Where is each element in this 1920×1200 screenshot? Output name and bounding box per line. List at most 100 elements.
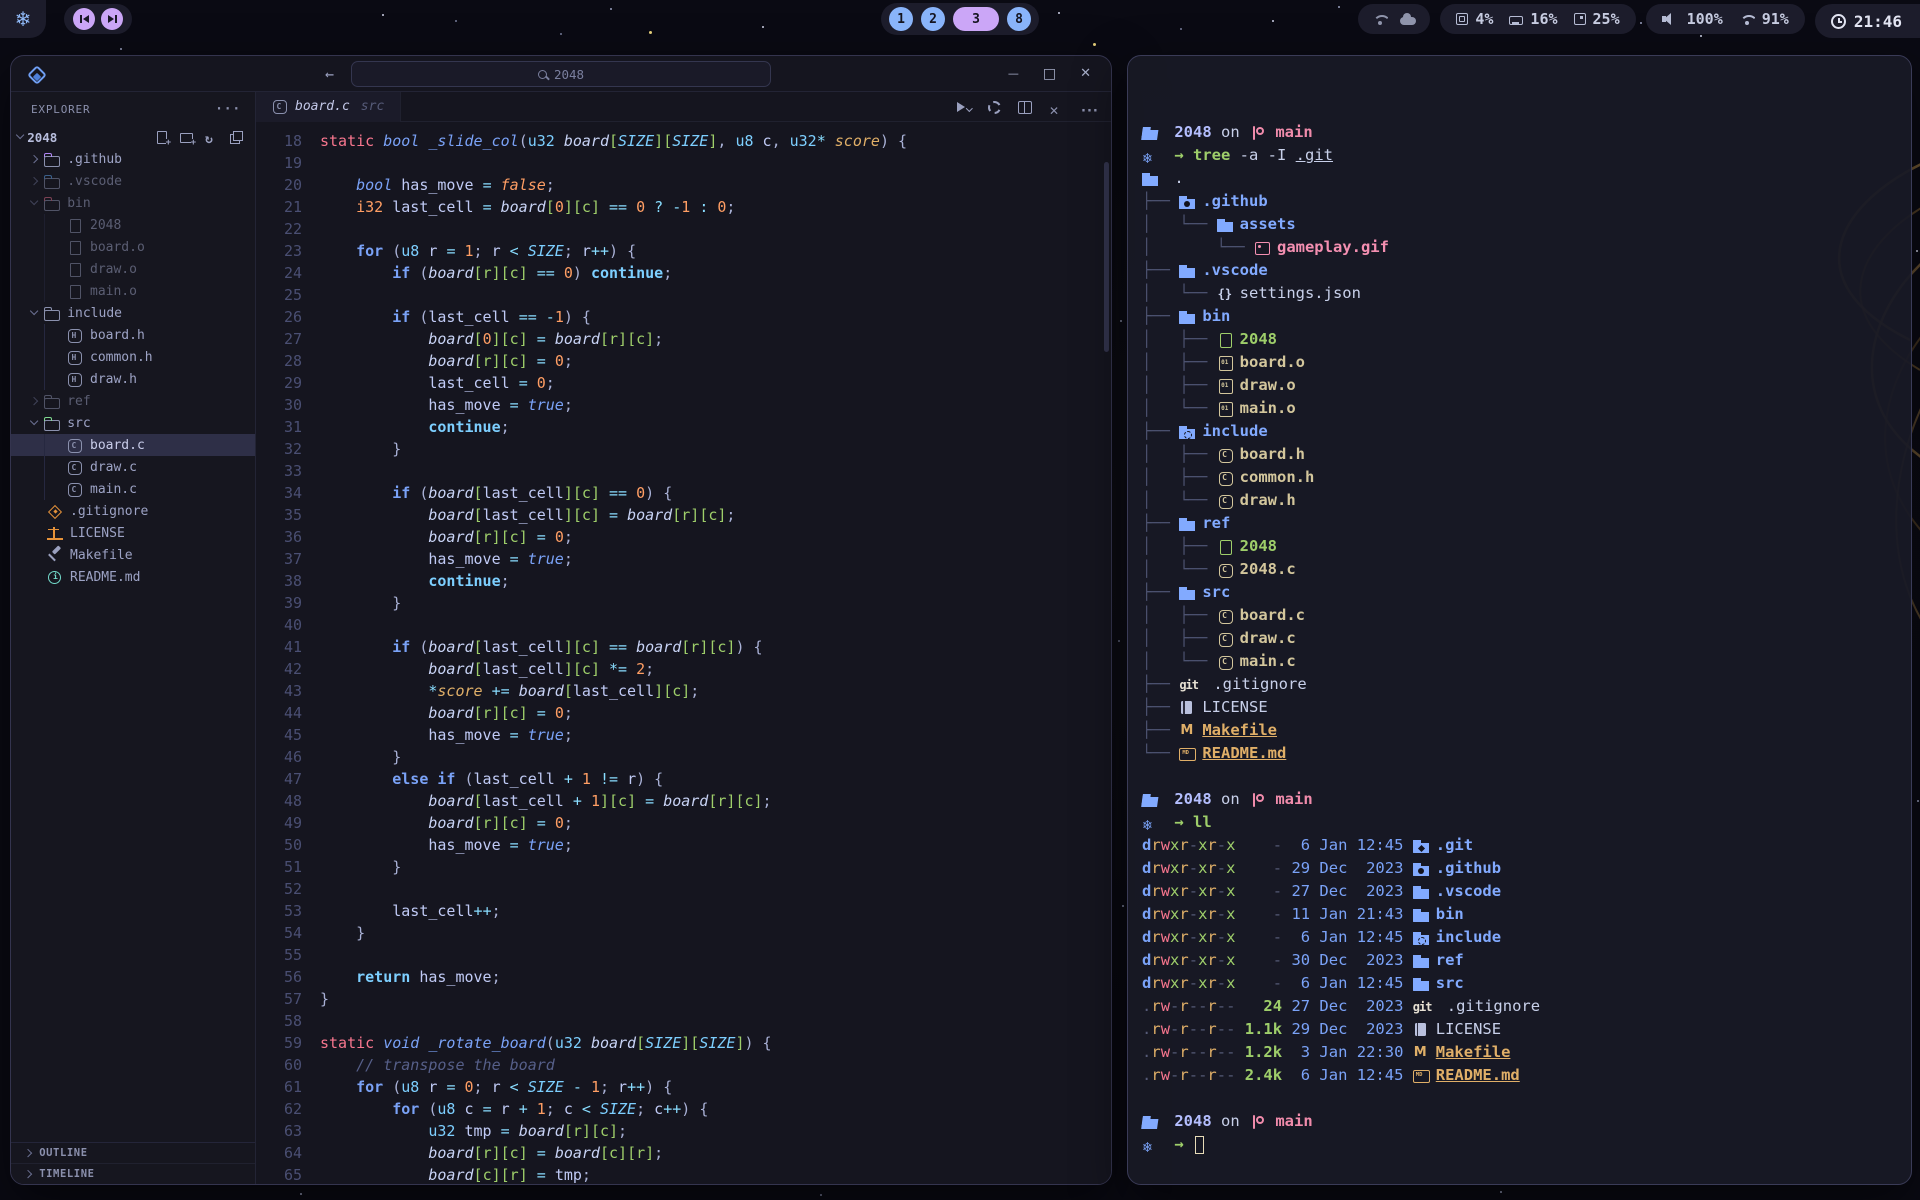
code-line-39[interactable]: 39 } — [256, 592, 1111, 614]
explorer-item-draw.h[interactable]: draw.h — [11, 368, 255, 390]
code-line-60[interactable]: 60 // transpose the board — [256, 1054, 1111, 1076]
explorer-root-row[interactable]: 2048 — [11, 126, 255, 148]
code-line-48[interactable]: 48 board[last_cell + 1][c] = board[r][c]… — [256, 790, 1111, 812]
workspace-3[interactable]: 3 — [953, 7, 999, 31]
skip-forward-button[interactable] — [101, 8, 123, 30]
explorer-item-bin[interactable]: bin — [11, 192, 255, 214]
workspace-2[interactable]: 2 — [921, 7, 945, 31]
explorer-item-main.o[interactable]: main.o — [11, 280, 255, 302]
explorer-item-include[interactable]: include — [11, 302, 255, 324]
code-line-22[interactable]: 22 — [256, 218, 1111, 240]
code-line-20[interactable]: 20 bool has_move = false; — [256, 174, 1111, 196]
explorer-item-.vscode[interactable]: .vscode — [11, 170, 255, 192]
code-line-35[interactable]: 35 board[last_cell][c] = board[r][c]; — [256, 504, 1111, 526]
panel-outline[interactable]: OUTLINE — [11, 1143, 255, 1164]
wifi-icon[interactable] — [1372, 14, 1388, 25]
code-line-51[interactable]: 51 } — [256, 856, 1111, 878]
explorer-item-LICENSE[interactable]: LICENSE — [11, 522, 255, 544]
code-line-31[interactable]: 31 continue; — [256, 416, 1111, 438]
code-line-53[interactable]: 53 last_cell++; — [256, 900, 1111, 922]
command-center-search[interactable]: 2048 — [351, 61, 771, 87]
code-line-23[interactable]: 23 for (u8 r = 1; r < SIZE; r++) { — [256, 240, 1111, 262]
terminal-window[interactable]: 2048 on main → tree -a -I .git .├── .git… — [1127, 55, 1912, 1185]
explorer-item-board.o[interactable]: board.o — [11, 236, 255, 258]
run-button[interactable] — [956, 100, 972, 114]
tab-board-c[interactable]: board.c src — [256, 92, 401, 122]
split-button[interactable] — [1017, 100, 1033, 114]
explorer-more-icon[interactable] — [215, 102, 241, 117]
code-line-62[interactable]: 62 for (u8 c = r + 1; c < SIZE; c++) { — [256, 1098, 1111, 1120]
explorer-item-src[interactable]: src — [11, 412, 255, 434]
panel-timeline[interactable]: TIMELINE — [11, 1164, 255, 1185]
code-line-45[interactable]: 45 has_move = true; — [256, 724, 1111, 746]
code-line-44[interactable]: 44 board[r][c] = 0; — [256, 702, 1111, 724]
code-line-18[interactable]: 18static bool _slide_col(u32 board[SIZE]… — [256, 130, 1111, 152]
explorer-item-main.c[interactable]: main.c — [11, 478, 255, 500]
code-line-52[interactable]: 52 — [256, 878, 1111, 900]
code-line-50[interactable]: 50 has_move = true; — [256, 834, 1111, 856]
code-line-47[interactable]: 47 else if (last_cell + 1 != r) { — [256, 768, 1111, 790]
nav-back-icon[interactable] — [325, 65, 334, 83]
code-line-46[interactable]: 46 } — [256, 746, 1111, 768]
code-line-65[interactable]: 65 board[c][r] = tmp; — [256, 1164, 1111, 1185]
code-line-59[interactable]: 59static void _rotate_board(u32 board[SI… — [256, 1032, 1111, 1054]
workspace-1[interactable]: 1 — [889, 7, 913, 31]
refresh-button[interactable] — [205, 131, 218, 144]
code-line-26[interactable]: 26 if (last_cell == -1) { — [256, 306, 1111, 328]
code-editor[interactable]: 18static bool _slide_col(u32 board[SIZE]… — [256, 122, 1111, 1185]
code-line-64[interactable]: 64 board[r][c] = board[c][r]; — [256, 1142, 1111, 1164]
code-line-54[interactable]: 54 } — [256, 922, 1111, 944]
new-folder-button[interactable] — [180, 131, 193, 144]
code-line-41[interactable]: 41 if (board[last_cell][c] == board[r][c… — [256, 636, 1111, 658]
launcher-button[interactable] — [0, 0, 46, 38]
code-line-55[interactable]: 55 — [256, 944, 1111, 966]
tray-icons-pill[interactable] — [1358, 4, 1430, 34]
explorer-item-2048[interactable]: 2048 — [11, 214, 255, 236]
code-line-37[interactable]: 37 has_move = true; — [256, 548, 1111, 570]
code-line-30[interactable]: 30 has_move = true; — [256, 394, 1111, 416]
editor-titlebar[interactable]: 2048 — [11, 56, 1111, 92]
code-line-40[interactable]: 40 — [256, 614, 1111, 636]
code-line-33[interactable]: 33 — [256, 460, 1111, 482]
explorer-item-.github[interactable]: .github — [11, 148, 255, 170]
explorer-item-draw.o[interactable]: draw.o — [11, 258, 255, 280]
code-line-24[interactable]: 24 if (board[r][c] == 0) continue; — [256, 262, 1111, 284]
explorer-item-Makefile[interactable]: Makefile — [11, 544, 255, 566]
explorer-item-board.h[interactable]: board.h — [11, 324, 255, 346]
collapse-all-button[interactable] — [230, 131, 243, 144]
explorer-item-board.c[interactable]: board.c — [11, 434, 255, 456]
new-file-button[interactable] — [155, 131, 168, 144]
more-button[interactable] — [1081, 100, 1097, 114]
explorer-item-ref[interactable]: ref — [11, 390, 255, 412]
explorer-item-.gitignore[interactable]: .gitignore — [11, 500, 255, 522]
explorer-item-common.h[interactable]: common.h — [11, 346, 255, 368]
code-line-49[interactable]: 49 board[r][c] = 0; — [256, 812, 1111, 834]
code-line-43[interactable]: 43 *score += board[last_cell][c]; — [256, 680, 1111, 702]
workspace-8[interactable]: 8 — [1007, 7, 1031, 31]
skip-back-button[interactable] — [73, 8, 95, 30]
code-line-57[interactable]: 57} — [256, 988, 1111, 1010]
code-line-36[interactable]: 36 board[r][c] = 0; — [256, 526, 1111, 548]
code-line-28[interactable]: 28 board[r][c] = 0; — [256, 350, 1111, 372]
code-line-56[interactable]: 56 return has_move; — [256, 966, 1111, 988]
code-line-19[interactable]: 19 — [256, 152, 1111, 174]
code-line-25[interactable]: 25 — [256, 284, 1111, 306]
code-line-42[interactable]: 42 board[last_cell][c] *= 2; — [256, 658, 1111, 680]
code-line-34[interactable]: 34 if (board[last_cell][c] == 0) { — [256, 482, 1111, 504]
settings-button[interactable] — [988, 101, 1001, 114]
code-line-27[interactable]: 27 board[0][c] = board[r][c]; — [256, 328, 1111, 350]
code-line-21[interactable]: 21 i32 last_cell = board[0][c] == 0 ? -1… — [256, 196, 1111, 218]
cloud-icon[interactable] — [1400, 17, 1416, 25]
code-line-32[interactable]: 32 } — [256, 438, 1111, 460]
explorer-item-draw.c[interactable]: draw.c — [11, 456, 255, 478]
close-button[interactable] — [1080, 66, 1091, 82]
code-line-58[interactable]: 58 — [256, 1010, 1111, 1032]
explorer-item-README.md[interactable]: README.md — [11, 566, 255, 588]
code-line-63[interactable]: 63 u32 tmp = board[r][c]; — [256, 1120, 1111, 1142]
maximize-button[interactable] — [1043, 66, 1056, 82]
close-button[interactable] — [1049, 100, 1065, 114]
audio-network-pill[interactable]: 100%91% — [1646, 4, 1805, 34]
code-line-38[interactable]: 38 continue; — [256, 570, 1111, 592]
minimize-button[interactable] — [1008, 66, 1019, 82]
code-line-29[interactable]: 29 last_cell = 0; — [256, 372, 1111, 394]
